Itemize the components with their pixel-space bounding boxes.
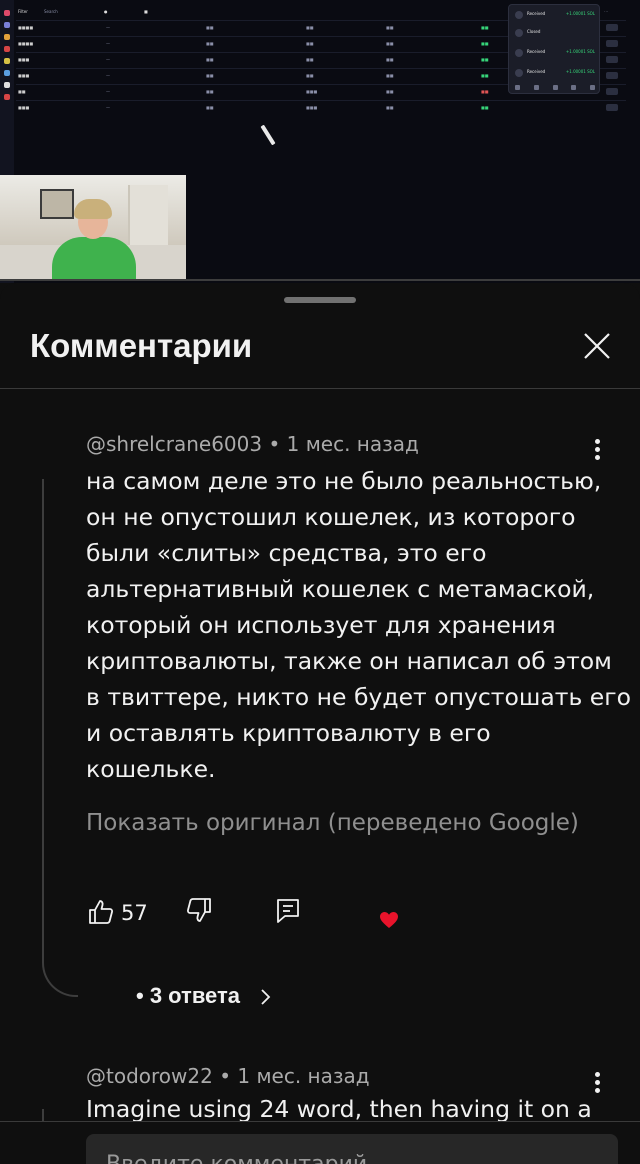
- chevron-right-icon[interactable]: [258, 987, 274, 1007]
- video-progress-bar[interactable]: [0, 279, 640, 281]
- video-loading-spinner: [260, 124, 276, 146]
- popup-item: Received +1.00001 SOL: [515, 9, 595, 23]
- sheet-title: Комментарии: [30, 327, 253, 364]
- reply-icon[interactable]: [275, 897, 301, 925]
- thumbs-up-icon[interactable]: [88, 899, 114, 925]
- popup-item: Received +1.00001 SOL: [515, 67, 595, 81]
- comment-author[interactable]: @shrelcrane6003: [86, 432, 262, 456]
- show-original-link[interactable]: Показать оригинал (переведено Google): [86, 810, 579, 836]
- comment-meta: @todorow22 • 1 мес. назад: [86, 1064, 370, 1088]
- comment-input[interactable]: Введите комментарий: [86, 1134, 618, 1164]
- comment-time: 1 мес. назад: [286, 432, 419, 456]
- more-options-icon[interactable]: [585, 435, 609, 465]
- creator-heart-icon: [380, 912, 398, 928]
- more-options-icon[interactable]: [585, 1068, 609, 1098]
- popup-item: Closed: [515, 27, 595, 41]
- comment-actions: 57: [0, 893, 640, 933]
- comment-text: Imagine using 24 word, then having it on…: [86, 1095, 592, 1123]
- video-table-row: ■■■ — ■■ ■■■ ■■ ■■: [16, 100, 626, 116]
- popup-item: Received +1.00001 SOL: [515, 47, 595, 61]
- view-replies-button[interactable]: • 3 ответа: [136, 983, 240, 1009]
- comment-meta: @shrelcrane6003 • 1 мес. назад: [86, 432, 419, 456]
- comment-input-bar: Введите комментарий: [0, 1121, 640, 1164]
- comments-sheet: Комментарии @shrelcrane6003 • 1 мес. наз…: [0, 283, 640, 1164]
- comment-time: 1 мес. назад: [237, 1064, 370, 1088]
- webcam-overlay: [0, 175, 186, 281]
- close-icon[interactable]: [578, 327, 616, 365]
- drag-handle[interactable]: [284, 297, 356, 303]
- video-wallet-popup: Received +1.00001 SOL Closed Received +1.0…: [508, 4, 600, 94]
- popup-icon-row: [515, 85, 595, 91]
- comment-text: на самом деле это не было реальностью, о…: [86, 467, 631, 783]
- comment-author[interactable]: @todorow22: [86, 1064, 213, 1088]
- header-divider: [0, 388, 640, 389]
- like-count: 57: [121, 901, 148, 925]
- video-player[interactable]: Filter Search ● ■ ⋯ ■■■■ — ■■ ■■ ■■ ■■ ■■■■ — ■…: [0, 0, 640, 283]
- thumbs-down-icon[interactable]: [186, 897, 212, 923]
